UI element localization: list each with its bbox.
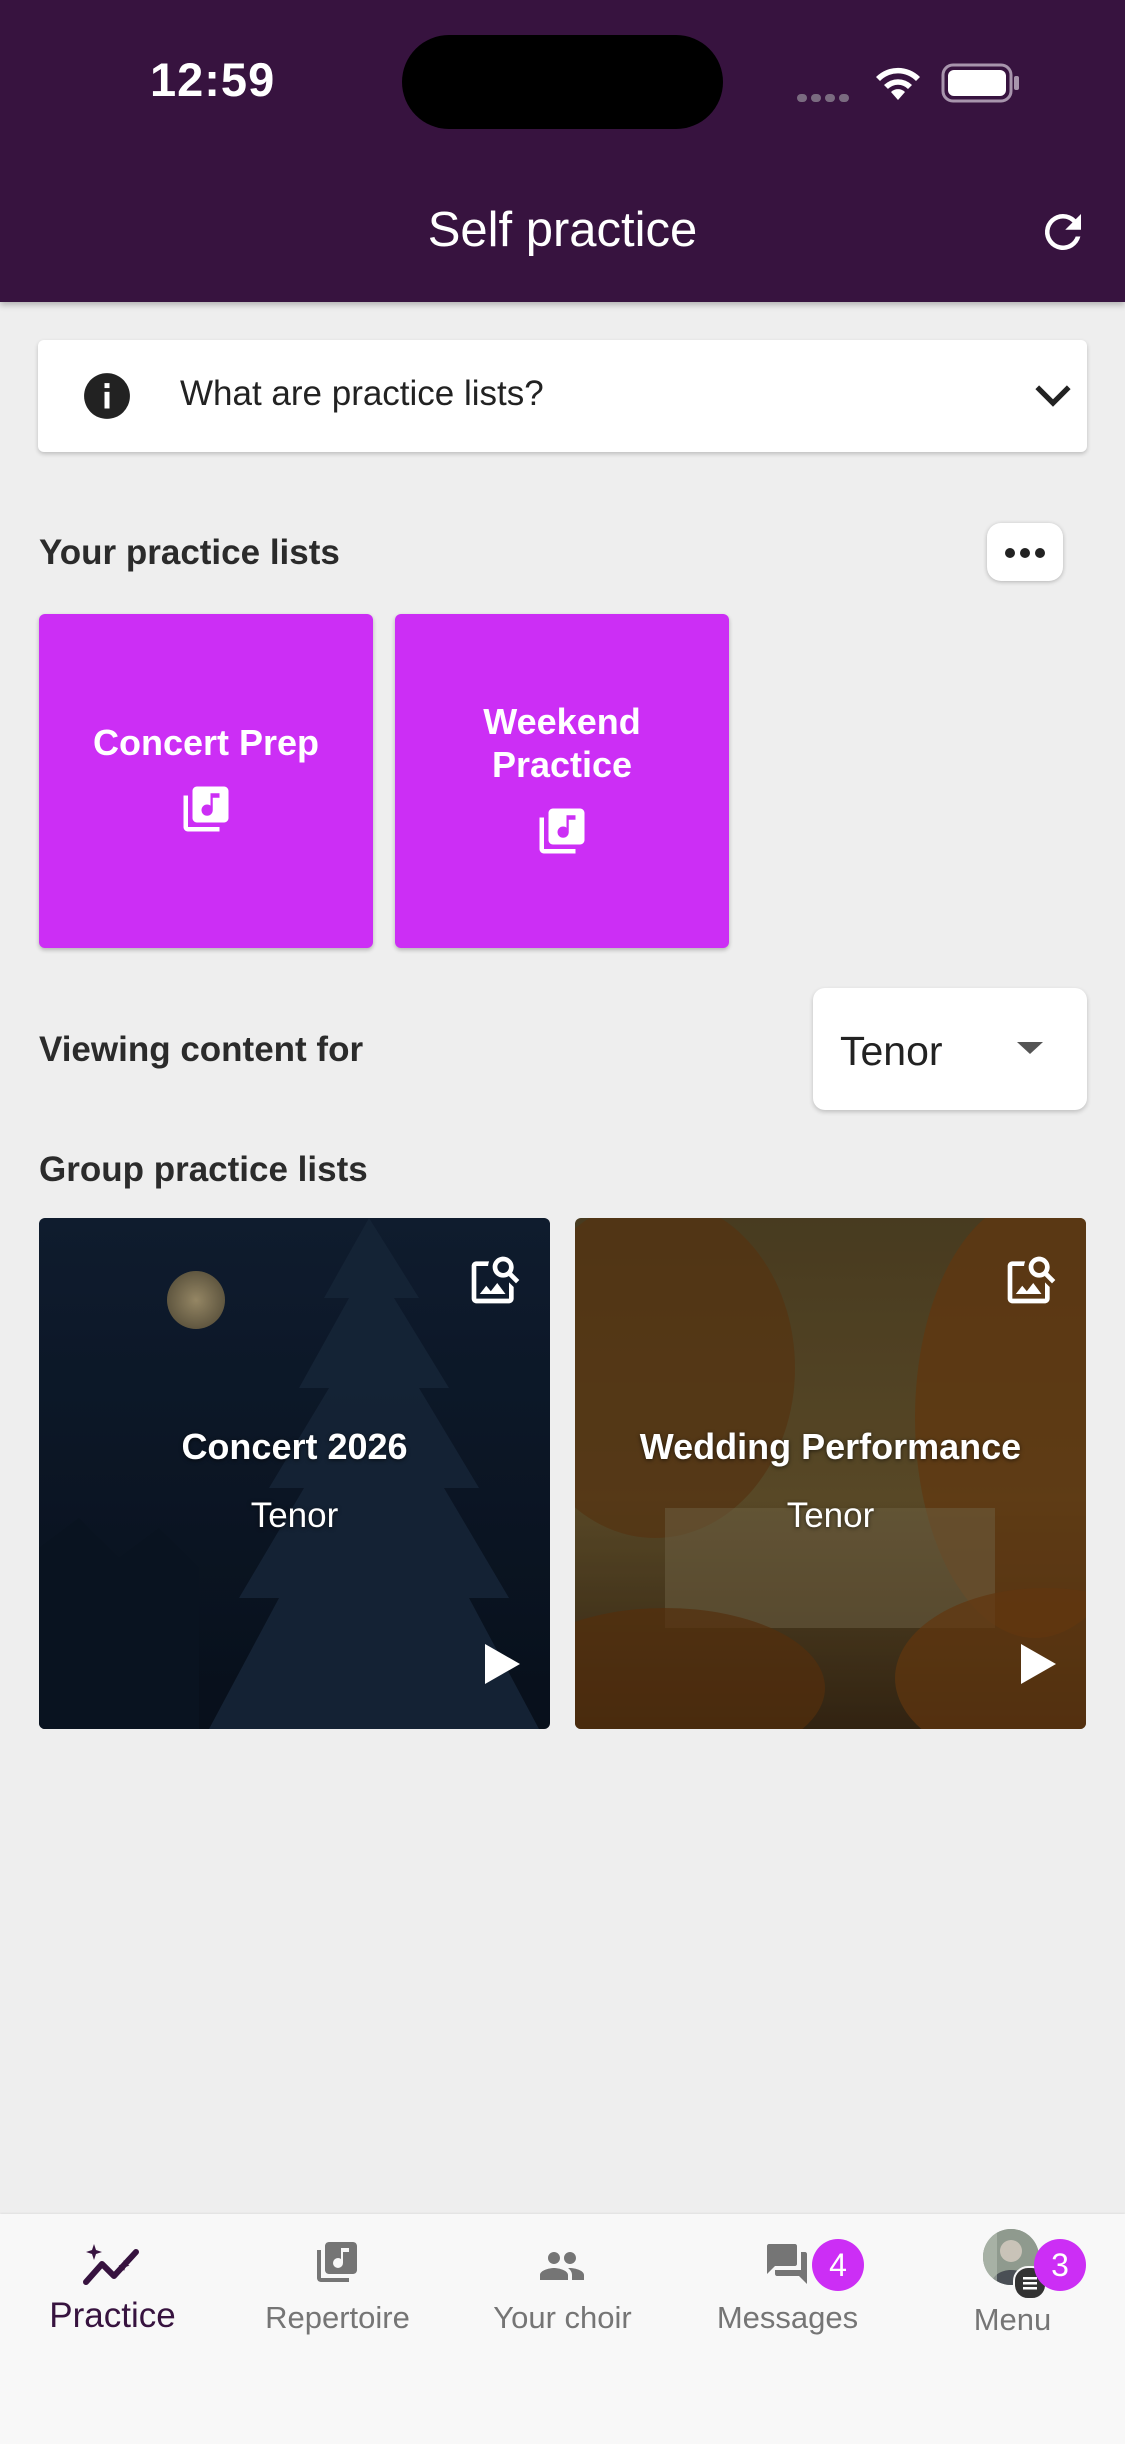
your-practice-lists-heading: Your practice lists — [39, 533, 340, 572]
practice-lists-info-expander[interactable]: What are practice lists? — [38, 340, 1087, 452]
practice-list-title: Concert Prep — [92, 722, 320, 763]
play-icon[interactable] — [481, 1641, 523, 1687]
nav-item-your-choir[interactable]: Your choir — [450, 2214, 675, 2364]
nav-label: Messages — [716, 2300, 859, 2335]
nav-item-repertoire[interactable]: Repertoire — [225, 2214, 450, 2364]
status-time: 12:59 — [150, 53, 276, 106]
group-practice-lists-heading: Group practice lists — [39, 1150, 368, 1189]
battery-icon — [941, 63, 1019, 103]
info-icon — [84, 373, 130, 419]
refresh-icon[interactable] — [1036, 205, 1090, 259]
menu-badge: 3 — [1034, 2239, 1086, 2291]
play-icon[interactable] — [1017, 1641, 1059, 1687]
image-search-icon[interactable] — [1003, 1252, 1059, 1308]
page-title: Self practice — [427, 203, 698, 257]
practice-list-title: Weekend — [483, 701, 641, 742]
voice-part-value: Tenor — [840, 1028, 943, 1074]
more-options-button[interactable] — [987, 523, 1063, 581]
music-library-icon — [539, 808, 585, 854]
practice-list-title: Practice — [491, 744, 633, 785]
practice-sparkline-icon — [83, 2244, 139, 2285]
voice-part-dropdown[interactable]: Tenor — [813, 988, 1087, 1110]
group-practice-list-card[interactable]: Concert 2026 Tenor — [39, 1218, 550, 1729]
group-practice-list-card[interactable]: Wedding Performance Tenor — [575, 1218, 1086, 1729]
bottom-navigation: Practice Repertoire Your choir 4 Message… — [0, 2214, 1125, 2444]
practice-list-tile[interactable]: Concert Prep — [39, 614, 373, 948]
cellular-signal-icon — [797, 89, 853, 107]
more-dot — [1035, 548, 1045, 558]
group-list-voice: Tenor — [250, 1496, 339, 1535]
group-list-title: Wedding Performance — [639, 1426, 1022, 1467]
group-list-title: Concert 2026 — [181, 1426, 408, 1467]
messages-badge: 4 — [812, 2239, 864, 2291]
people-icon — [540, 2252, 584, 2280]
nav-item-practice[interactable]: Practice — [0, 2214, 225, 2364]
app-bar: 12:59 Self practice — [0, 0, 1125, 302]
practice-list-tile[interactable]: Weekend Practice — [395, 614, 729, 948]
nav-label: Menu — [973, 2302, 1052, 2337]
dropdown-caret-icon — [1017, 1042, 1043, 1054]
chat-icon — [767, 2244, 807, 2284]
nav-label: Practice — [49, 2296, 176, 2335]
image-search-icon[interactable] — [467, 1252, 523, 1308]
more-dot — [1020, 548, 1030, 558]
chevron-down-icon — [1035, 385, 1071, 407]
wifi-icon — [876, 67, 920, 100]
nav-item-messages[interactable]: 4 Messages — [675, 2214, 900, 2364]
nav-label: Your choir — [493, 2300, 632, 2335]
group-list-voice: Tenor — [786, 1496, 875, 1535]
info-expander-label: What are practice lists? — [180, 374, 544, 413]
viewing-content-label: Viewing content for — [39, 1030, 364, 1069]
nav-label: Repertoire — [265, 2300, 410, 2335]
more-dot — [1005, 548, 1015, 558]
music-library-icon — [183, 786, 229, 832]
music-library-icon — [317, 2242, 357, 2282]
dynamic-island — [402, 35, 723, 129]
nav-item-menu[interactable]: 3 Menu — [900, 2214, 1125, 2364]
